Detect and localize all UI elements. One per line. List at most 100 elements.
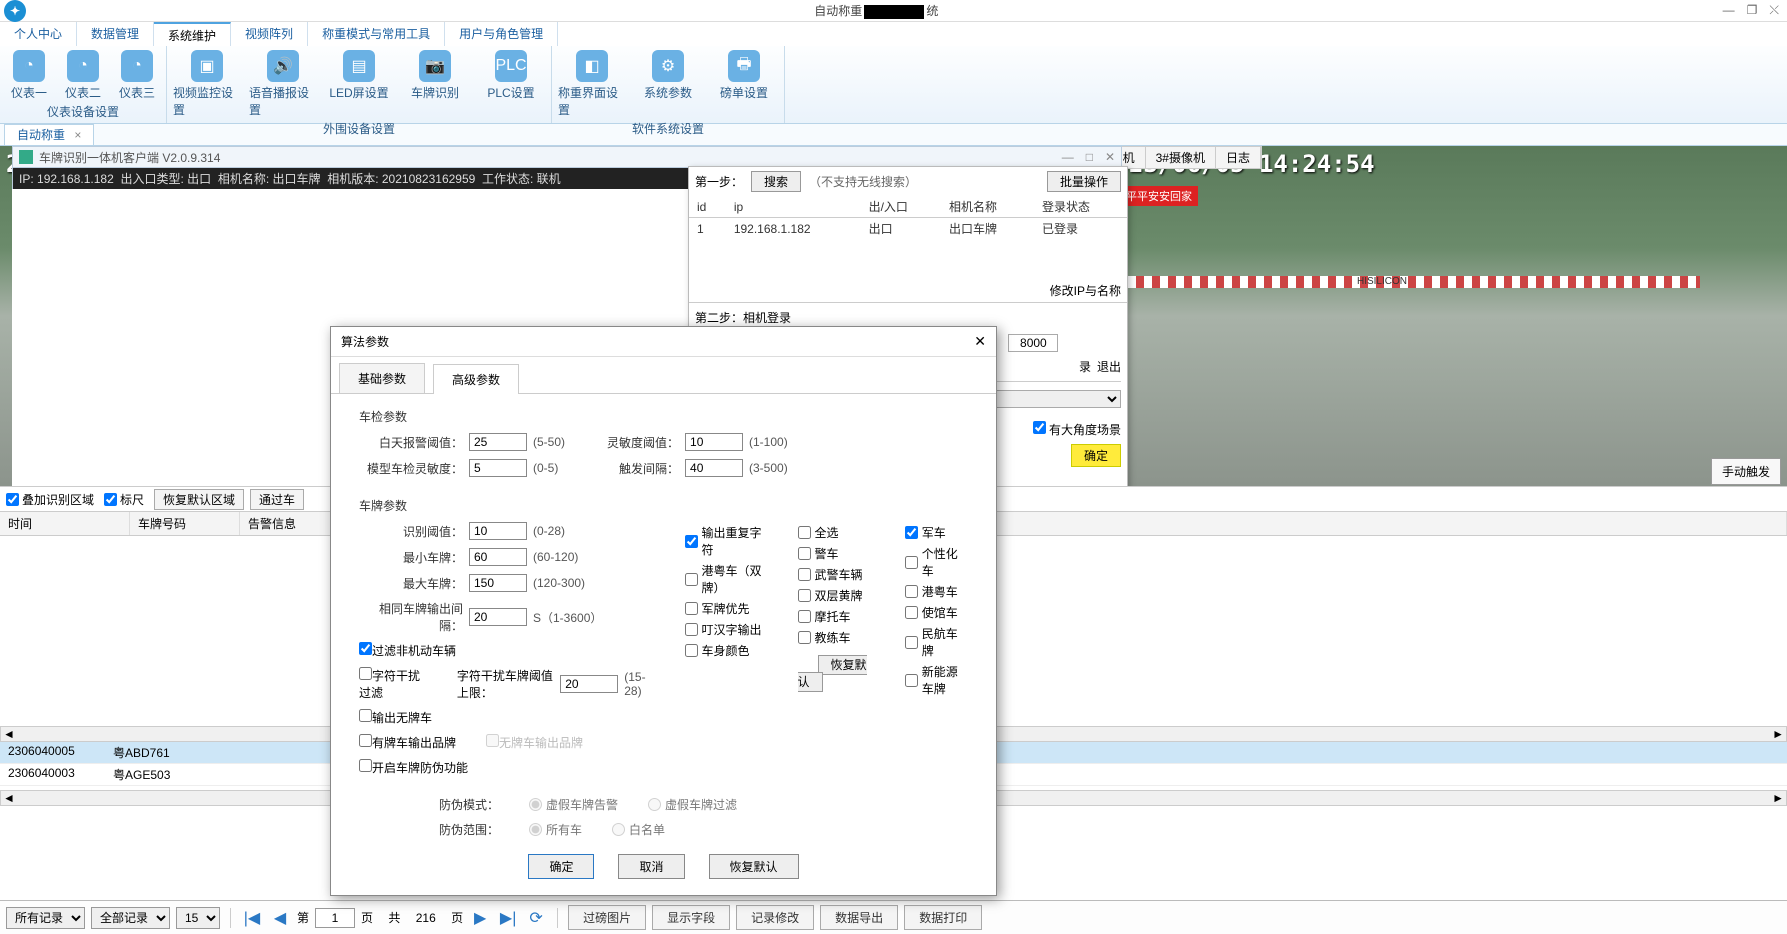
same-plate-interval-input[interactable] <box>469 608 527 626</box>
tab-data[interactable]: 数据管理 <box>77 22 154 46</box>
minimize-button[interactable]: — <box>1723 3 1735 18</box>
rcam-tab-2[interactable]: 日志 <box>1216 147 1261 168</box>
antifake-checkbox[interactable]: 开启车牌防伪功能 <box>359 759 468 776</box>
sys-param-button[interactable]: ⚙系统参数 <box>634 50 702 118</box>
maximize-button[interactable]: ❐ <box>1747 3 1758 18</box>
cb-coach[interactable] <box>798 631 811 644</box>
last-page-button[interactable]: ▶| <box>497 907 519 929</box>
algo-ok-button[interactable]: 确定 <box>528 854 594 879</box>
filter1-select[interactable]: 所有记录 <box>6 907 85 929</box>
cb-repeat-char[interactable] <box>685 535 698 548</box>
cb-personal[interactable] <box>905 556 918 569</box>
cb-newenergy[interactable] <box>905 674 918 687</box>
doc-tab-close-icon[interactable]: × <box>74 128 81 142</box>
pass-car-button[interactable]: 通过车 <box>250 489 304 510</box>
rcam-tab-1[interactable]: 3#摄像机 <box>1146 147 1216 168</box>
col-time[interactable]: 时间 <box>0 512 130 535</box>
cb-body-color[interactable] <box>685 644 698 657</box>
meter3-button[interactable]: ◔仪表三 <box>114 50 160 101</box>
camera-row[interactable]: 1 192.168.1.182 出口 出口车牌 已登录 <box>689 218 1127 240</box>
cb-aviation[interactable] <box>905 636 918 649</box>
logout-button[interactable]: 退出 <box>1097 358 1121 375</box>
page-input[interactable] <box>315 908 355 928</box>
noplate-brand-checkbox[interactable]: 无牌车输出品牌 <box>486 734 583 751</box>
tab-personal[interactable]: 个人中心 <box>0 22 77 46</box>
char-interf-checkbox[interactable]: 字符干扰过滤 <box>359 667 426 701</box>
cb-hk[interactable] <box>905 585 918 598</box>
plate-brand-checkbox[interactable]: 有牌车输出品牌 <box>359 734 456 751</box>
ticket-button[interactable]: 🖶磅单设置 <box>710 50 778 118</box>
tab-user-role[interactable]: 用户与角色管理 <box>445 22 558 46</box>
plc-button[interactable]: PLCPLC设置 <box>477 50 545 118</box>
edit-record-button[interactable]: 记录修改 <box>736 905 814 930</box>
manual-trigger-button[interactable]: 手动触发 <box>1711 458 1781 485</box>
sensitivity-input[interactable] <box>685 433 743 451</box>
col-plate[interactable]: 车牌号码 <box>130 512 240 535</box>
recog-thresh-input[interactable] <box>469 522 527 540</box>
af-range-whitelist-radio[interactable]: 白名单 <box>612 821 665 838</box>
algo-cancel-button[interactable]: 取消 <box>618 854 684 879</box>
batch-button[interactable]: 批量操作 <box>1047 171 1121 192</box>
confirm-button[interactable]: 确定 <box>1071 444 1121 467</box>
af-mode-alarm-radio[interactable]: 虚假车牌告警 <box>529 796 618 813</box>
af-range-all-radio[interactable]: 所有车 <box>529 821 582 838</box>
port-input[interactable] <box>1008 334 1058 352</box>
video-monitor-button[interactable]: ▣视频监控设置 <box>173 50 241 118</box>
cb-police[interactable] <box>798 547 811 560</box>
plate-recog-button[interactable]: 📷车牌识别 <box>401 50 469 118</box>
cb-double-yellow[interactable] <box>798 589 811 602</box>
cb-embassy[interactable] <box>905 606 918 619</box>
prev-page-button[interactable]: ◀ <box>269 907 291 929</box>
algo-close-button[interactable]: ✕ <box>974 333 986 350</box>
first-page-button[interactable]: |◀ <box>241 907 263 929</box>
min-plate-input[interactable] <box>469 548 527 566</box>
overlay-checkbox[interactable]: 叠加识别区域 <box>6 491 94 508</box>
doc-tab-auto-weigh[interactable]: 自动称重 × <box>4 124 94 145</box>
filter-nonmotor-checkbox[interactable]: 过滤非机动车辆 <box>359 642 456 659</box>
tab-video-array[interactable]: 视频阵列 <box>231 22 308 46</box>
login-button[interactable]: 录 <box>1079 358 1091 375</box>
tab-system-maintain[interactable]: 系统维护 <box>154 22 231 46</box>
edit-ip-button[interactable]: 修改IP与名称 <box>1050 282 1121 299</box>
refresh-button[interactable]: ⟳ <box>525 907 547 929</box>
close-button[interactable]: ⤬ <box>1769 3 1779 18</box>
print-button[interactable]: 数据打印 <box>904 905 982 930</box>
cb-hanzi-out[interactable] <box>685 623 698 636</box>
char-interf-thresh-input[interactable] <box>560 675 618 693</box>
output-noplate-checkbox[interactable]: 输出无牌车 <box>359 709 432 726</box>
cw-close-button[interactable]: ✕ <box>1105 150 1115 164</box>
weigh-image-button[interactable]: 过磅图片 <box>568 905 646 930</box>
col-status[interactable]: 登录状态 <box>1034 196 1127 218</box>
restore-default-small-button[interactable]: 恢复默认 <box>798 655 867 692</box>
meter2-button[interactable]: ◔仪表二 <box>60 50 106 101</box>
filter2-select[interactable]: 全部记录 <box>91 907 170 929</box>
col-id[interactable]: id <box>689 196 726 218</box>
algo-tab-basic[interactable]: 基础参数 <box>339 363 425 393</box>
cb-army[interactable] <box>905 526 918 539</box>
cw-maximize-button[interactable]: □ <box>1086 150 1093 164</box>
search-button[interactable]: 搜索 <box>751 171 801 192</box>
cb-armed-police[interactable] <box>798 568 811 581</box>
next-page-button[interactable]: ▶ <box>469 907 491 929</box>
voice-button[interactable]: 🔊语音播报设置 <box>249 50 317 118</box>
cb-hk-double[interactable] <box>685 573 698 586</box>
af-mode-filter-radio[interactable]: 虚假车牌过滤 <box>648 796 737 813</box>
algo-tab-advanced[interactable]: 高级参数 <box>433 364 519 394</box>
meter1-button[interactable]: ◔仪表一 <box>6 50 52 101</box>
col-io[interactable]: 出/入口 <box>861 196 941 218</box>
pagesize-select[interactable]: 15 <box>176 907 220 929</box>
angle-checkbox[interactable]: 有大角度场景 <box>1033 421 1121 438</box>
led-button[interactable]: ▤LED屏设置 <box>325 50 393 118</box>
col-name[interactable]: 相机名称 <box>941 196 1034 218</box>
export-button[interactable]: 数据导出 <box>820 905 898 930</box>
weigh-ui-button[interactable]: ◧称重界面设置 <box>558 50 626 118</box>
max-plate-input[interactable] <box>469 574 527 592</box>
day-alarm-input[interactable] <box>469 433 527 451</box>
cb-select-all[interactable] <box>798 526 811 539</box>
col-ip[interactable]: ip <box>726 196 861 218</box>
cb-motorcycle[interactable] <box>798 610 811 623</box>
cb-army-priority[interactable] <box>685 602 698 615</box>
tab-weigh-mode[interactable]: 称重模式与常用工具 <box>308 22 445 46</box>
algo-restore-button[interactable]: 恢复默认 <box>709 854 799 879</box>
model-sens-input[interactable] <box>469 459 527 477</box>
